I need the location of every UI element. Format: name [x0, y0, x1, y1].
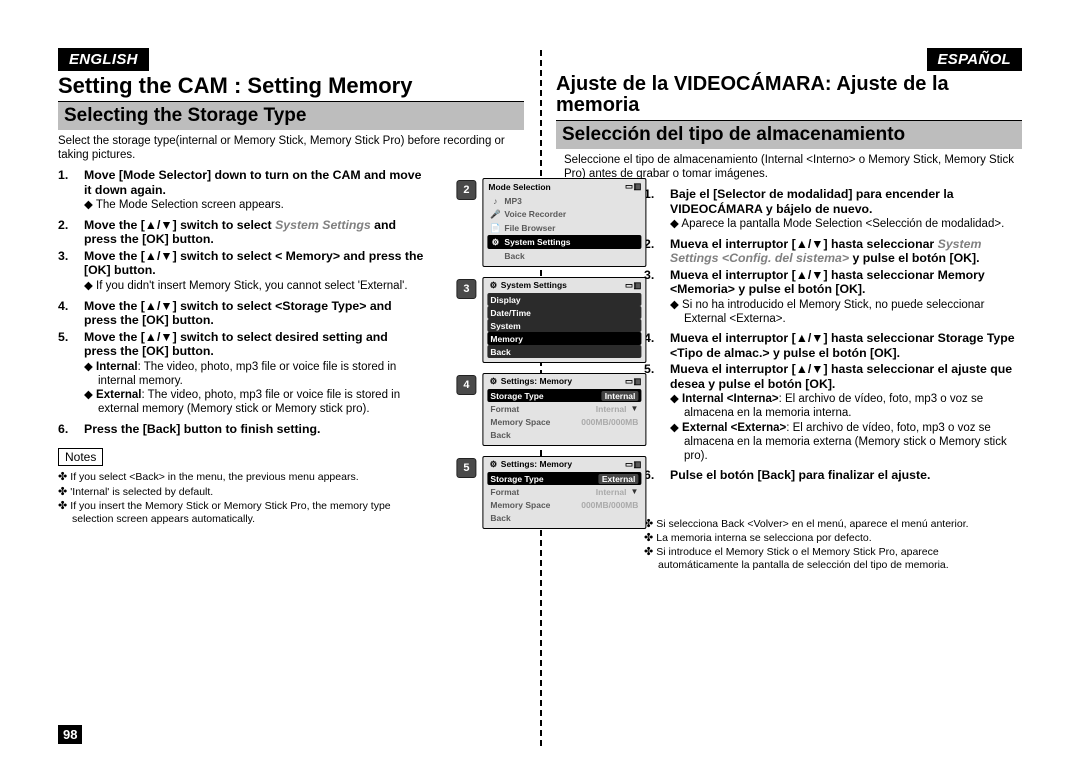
substep: If you didn't insert Memory Stick, you c…	[84, 280, 424, 294]
device-screenshots: 2 Mode Selection▭ ▥ ♪MP3 🎤Voice Recorder…	[456, 178, 646, 539]
chapter-title-en: Setting the CAM : Setting Memory	[58, 74, 524, 97]
screenshot-3: 3 ⚙ System Settings▭ ▥ Display Date/Time…	[456, 277, 646, 363]
step-badge: 5	[456, 458, 476, 478]
gear-icon: ⚙	[490, 237, 500, 248]
chevron-down-icon: ▼	[630, 487, 638, 496]
screenshot-4: 4 ⚙ Settings: Memory▭ ▥ Storage TypeInte…	[456, 373, 646, 446]
note-item: 'Internal' is selected by default.	[58, 486, 424, 499]
lang-tag-spanish: ESPAÑOL	[927, 48, 1023, 71]
section-title-en: Selecting the Storage Type	[58, 102, 524, 130]
screenshot-5: 5 ⚙ Settings: Memory▭ ▥ Storage TypeExte…	[456, 456, 646, 529]
note-item: Si selecciona Back <Volver> en el menú, …	[644, 518, 1022, 531]
battery-icon: ▭ ▥	[625, 181, 640, 192]
battery-icon: ▭ ▥	[625, 459, 640, 470]
battery-icon: ▭ ▥	[625, 280, 640, 291]
substep: Aparece la pantalla Mode Selection <Sele…	[670, 218, 1022, 232]
page-number: 98	[58, 725, 82, 744]
notes-label-en: Notes	[58, 448, 103, 466]
intro-en: Select the storage type(internal or Memo…	[58, 134, 524, 162]
substep: Si no ha introducido el Memory Stick, no…	[670, 299, 1022, 327]
chevron-down-icon: ▼	[630, 404, 638, 413]
step-badge: 3	[456, 279, 476, 299]
gear-icon: ⚙	[488, 280, 498, 291]
music-icon: ♪	[490, 196, 500, 206]
substep: The Mode Selection screen appears.	[84, 199, 424, 213]
battery-icon: ▭ ▥	[625, 376, 640, 387]
gear-icon: ⚙	[488, 459, 498, 470]
step-badge: 4	[456, 375, 476, 395]
note-item: If you select <Back> in the menu, the pr…	[58, 471, 424, 484]
mic-icon: 🎤	[490, 209, 500, 220]
chapter-title-es: Ajuste de la VIDEOCÁMARA: Ajuste de la m…	[556, 74, 1022, 116]
intro-es: Seleccione el tipo de almacenamiento (In…	[556, 153, 1022, 181]
section-title-es: Selección del tipo de almacenamiento	[556, 121, 1022, 149]
file-icon: 📄	[490, 223, 500, 234]
screenshot-2: 2 Mode Selection▭ ▥ ♪MP3 🎤Voice Recorder…	[456, 178, 646, 267]
note-item: Si introduce el Memory Stick o el Memory…	[644, 546, 1022, 572]
note-item: If you insert the Memory Stick or Memory…	[58, 500, 424, 526]
note-item: La memoria interna se selecciona por def…	[644, 532, 1022, 545]
english-column: ENGLISH Setting the CAM : Setting Memory…	[58, 48, 524, 754]
step-badge: 2	[456, 180, 476, 200]
gear-icon: ⚙	[488, 376, 498, 387]
lang-tag-english: ENGLISH	[58, 48, 149, 71]
